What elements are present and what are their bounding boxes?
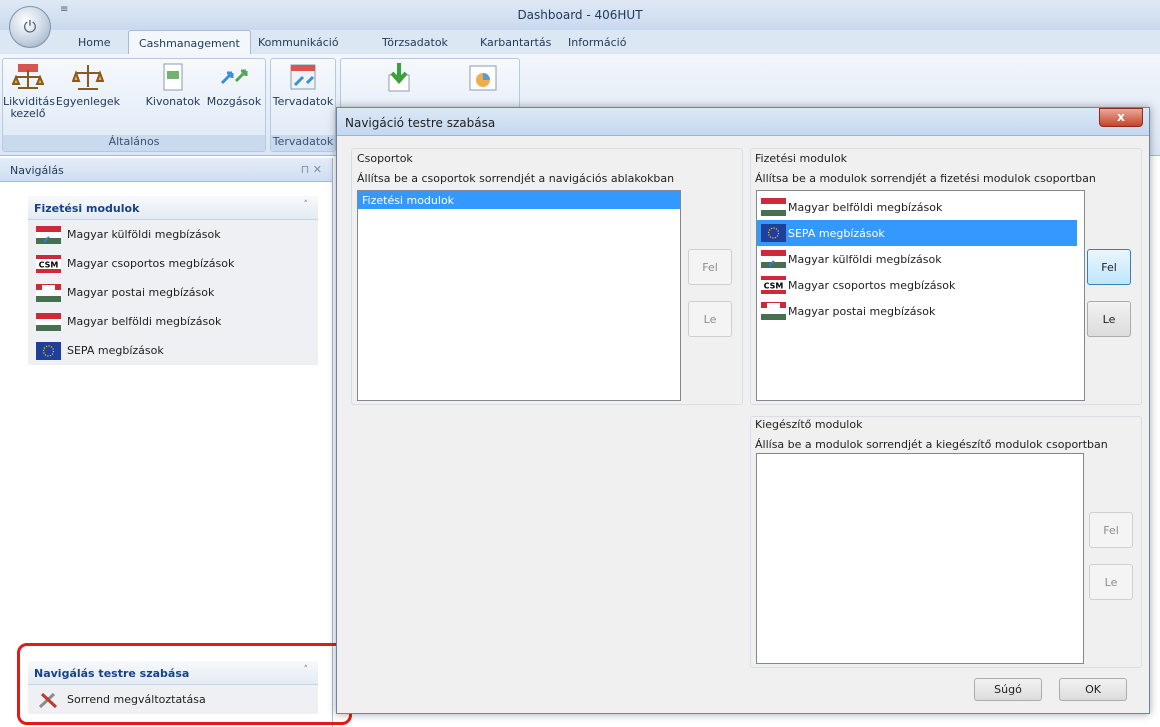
scales-icon	[72, 65, 104, 90]
ribbon-group-altalanos: Likviditás kezelő Egyenlegek Kivonatok M…	[2, 58, 266, 152]
nav-group-header[interactable]: Fizetési modulok ˄	[28, 196, 318, 220]
nav-item-belfoldi[interactable]: Magyar belföldi megbízások	[28, 307, 318, 336]
list-item[interactable]: Magyar belföldi megbízások	[757, 194, 1084, 220]
svg-text:CSM: CSM	[39, 260, 59, 269]
help-button[interactable]: Súgó	[974, 678, 1042, 701]
pin-close-icon[interactable]: ⊓ ✕	[301, 163, 322, 176]
list-item[interactable]: CSM Magyar csoportos megbízások	[757, 272, 1084, 298]
dialog-title-bar: Navigáció testre szabása x	[337, 108, 1149, 136]
hungarian-flag-icon	[761, 198, 786, 216]
list-item-label: Magyar csoportos megbízások	[788, 278, 956, 292]
eu-flag-icon	[761, 224, 786, 242]
tab-karbantartas[interactable]: Karbantartás	[480, 36, 551, 49]
payment-modules-down-button[interactable]: Le	[1087, 301, 1131, 337]
extra-modules-list[interactable]	[756, 453, 1084, 664]
nav-item-label: Magyar külföldi megbízások	[67, 228, 221, 241]
hungarian-flag-arrow-icon	[761, 250, 786, 268]
tab-torzsadatok[interactable]: Törzsadatok	[382, 36, 448, 49]
arrows-icon	[220, 69, 248, 85]
egyenlegek-label: Egyenlegek	[55, 95, 121, 108]
list-item-label: Magyar külföldi megbízások	[788, 252, 942, 266]
tab-informacio[interactable]: Információ	[568, 36, 626, 49]
application-menu-button[interactable]: ⏻	[9, 6, 51, 48]
hungarian-flag-arrow-icon	[36, 225, 61, 244]
ribbon-group-label-tervadatok: Tervadatok	[271, 135, 335, 151]
payment-modules-label: Fizetési modulok	[755, 152, 848, 165]
chart-window-icon[interactable]	[469, 65, 497, 91]
kivonatok-label: Kivonatok	[145, 95, 201, 108]
list-item[interactable]: Magyar postai megbízások	[757, 298, 1084, 324]
csm-icon: CSM	[761, 276, 786, 294]
tab-kommunikacio[interactable]: Kommunikáció	[258, 36, 339, 49]
title-bar: Dashboard - 406HUT	[0, 0, 1160, 30]
ok-button[interactable]: OK	[1059, 678, 1127, 701]
nav-item-kulfoldi[interactable]: Magyar külföldi megbízások	[28, 220, 318, 249]
groups-down-button[interactable]: Le	[688, 301, 732, 337]
mozgasok-button[interactable]: Mozgások	[203, 61, 265, 108]
pom-icon	[36, 283, 61, 302]
list-item-selected[interactable]: SEPA megbízások	[757, 220, 1077, 246]
download-icon[interactable]	[383, 61, 415, 93]
pom-icon	[761, 302, 786, 320]
nav-group-title: Fizetési modulok	[34, 202, 140, 215]
svg-text:CSM: CSM	[764, 282, 784, 291]
navigation-panel: Navigálás ⊓ ✕ Fizetési modulok ˄ Magyar …	[0, 158, 333, 727]
power-icon: ⏻	[23, 17, 37, 36]
nav-item-label: Magyar csoportos megbízások	[67, 257, 235, 270]
tervadatok-button[interactable]: Tervadatok	[271, 61, 335, 108]
navigation-panel-title: Navigálás	[10, 164, 64, 177]
tervadatok-label: Tervadatok	[272, 95, 334, 108]
payment-modules-description: Állítsa be a modulok sorrendjét a fizeté…	[755, 172, 1096, 185]
collapse-icon[interactable]: ˄	[304, 200, 309, 210]
highlight-annotation	[17, 643, 352, 725]
tab-cashmanagement[interactable]: Cashmanagement	[128, 30, 251, 55]
extra-modules-label: Kiegészítő modulok	[755, 418, 863, 431]
ribbon-group-tervadatok: Tervadatok Tervadatok	[270, 58, 336, 152]
window-title: Dashboard - 406HUT	[517, 8, 643, 22]
document-icon	[163, 63, 183, 91]
customize-navigation-dialog: Navigáció testre szabása x Csoportok Áll…	[336, 107, 1150, 714]
nav-item-label: SEPA megbízások	[67, 344, 164, 357]
nav-item-label: Magyar postai megbízások	[67, 286, 215, 299]
list-item-label: Magyar belföldi megbízások	[788, 200, 943, 214]
extra-modules-description: Állísa be a modulok sorrendjét a kiegész…	[755, 438, 1108, 451]
dialog-title: Navigáció testre szabása	[345, 116, 496, 130]
hungarian-flag-icon	[36, 312, 61, 331]
csm-icon: CSM	[36, 254, 61, 273]
nav-group-fizetesi-modulok: Fizetési modulok ˄ Magyar külföldi megbí…	[28, 196, 318, 365]
ribbon-tab-bar: Home Cashmanagement Kommunikáció Törzsad…	[0, 30, 1160, 55]
nav-item-label: Magyar belföldi megbízások	[67, 315, 222, 328]
list-item[interactable]: Fizetési modulok	[358, 191, 680, 209]
dialog-close-button[interactable]: x	[1099, 108, 1143, 127]
likviditas-label: Likviditás kezelő	[3, 95, 55, 120]
navigation-panel-header: Navigálás ⊓ ✕	[0, 158, 332, 182]
list-item-label: SEPA megbízások	[788, 226, 885, 240]
mozgasok-label: Mozgások	[206, 95, 262, 108]
list-item[interactable]: Magyar külföldi megbízások	[757, 246, 1084, 272]
extra-modules-up-button[interactable]: Fel	[1089, 512, 1133, 548]
list-item-label: Magyar postai megbízások	[788, 304, 936, 318]
egyenlegek-button[interactable]: Egyenlegek	[53, 61, 123, 108]
quick-access-toolbar-icon[interactable]: ≡	[60, 4, 68, 15]
likviditas-button[interactable]: Likviditás kezelő	[3, 61, 55, 120]
kivonatok-button[interactable]: Kivonatok	[143, 61, 203, 108]
groups-list[interactable]: Fizetési modulok	[357, 190, 681, 401]
payment-modules-list[interactable]: Magyar belföldi megbízások SEPA megbízás…	[756, 190, 1085, 401]
payment-modules-up-button[interactable]: Fel	[1087, 249, 1131, 285]
nav-item-sepa[interactable]: SEPA megbízások	[28, 336, 318, 365]
groups-panel-description: Állítsa be a csoportok sorrendjét a navi…	[357, 172, 675, 185]
extra-modules-down-button[interactable]: Le	[1089, 564, 1133, 600]
nav-item-postai[interactable]: Magyar postai megbízások	[28, 278, 318, 307]
ribbon-group-label-altalanos: Általános	[3, 135, 265, 151]
nav-item-csoportos[interactable]: CSM Magyar csoportos megbízások	[28, 249, 318, 278]
groups-up-button[interactable]: Fel	[688, 249, 732, 285]
tab-home[interactable]: Home	[78, 36, 110, 49]
calendar-arrows-icon	[290, 64, 316, 90]
groups-panel-label: Csoportok	[357, 152, 413, 165]
eu-flag-icon	[36, 341, 61, 360]
scales-calendar-icon	[12, 64, 44, 89]
